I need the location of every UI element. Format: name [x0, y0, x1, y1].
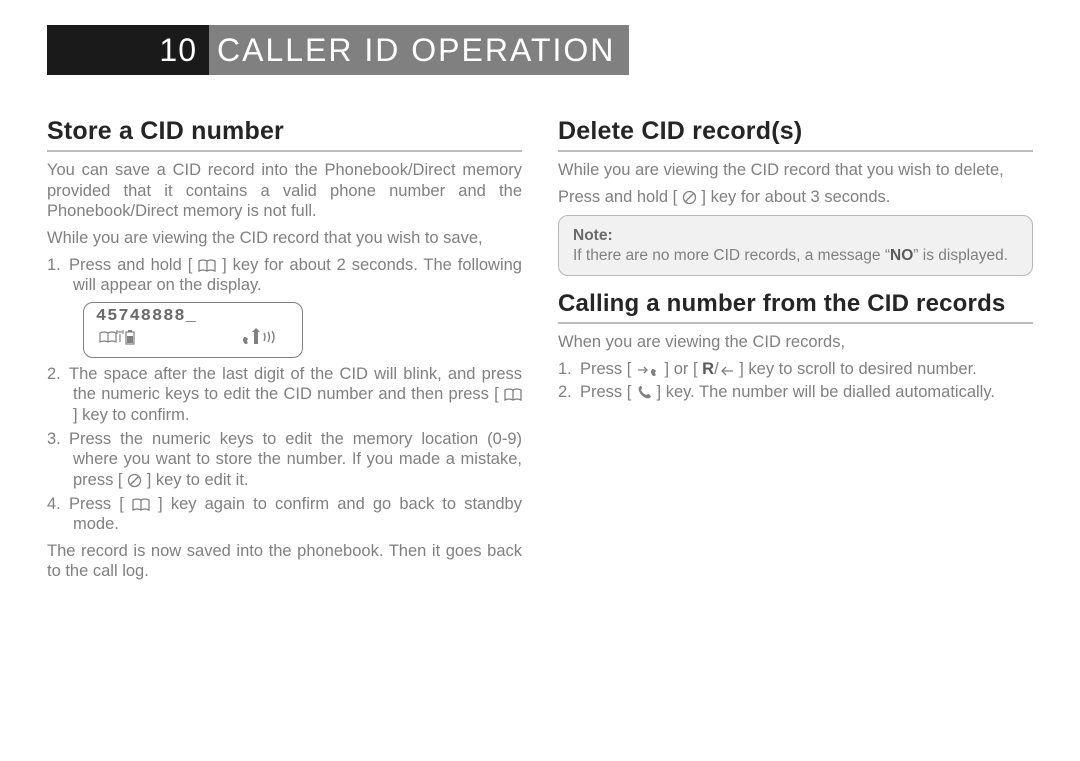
handset-antenna-icon [240, 328, 288, 351]
list-item: 2. The space after the last digit of the… [47, 364, 522, 426]
rule [558, 322, 1033, 324]
page-number: 10 [47, 25, 209, 75]
text: ] key to confirm. [73, 406, 189, 424]
text: 1. Press and hold [ [47, 256, 198, 274]
paragraph: Press and hold [ ] key for about 3 secon… [558, 187, 1033, 208]
paragraph: The record is now saved into the phonebo… [47, 541, 522, 582]
arrow-left-icon [719, 360, 735, 378]
text: ] key for about 3 seconds. [697, 188, 891, 206]
lcd-icon-row [96, 328, 290, 351]
handset-icon [636, 383, 652, 401]
book-alert-icon [98, 328, 138, 351]
page-title: CALLER ID OPERATION [209, 25, 629, 75]
list-item: 3. Press the numeric keys to edit the me… [47, 429, 522, 491]
text: If there are no more CID records, a mess… [573, 247, 890, 264]
text: 3. Press the numeric keys to edit the me… [47, 430, 522, 489]
paragraph: You can save a CID record into the Phone… [47, 160, 522, 222]
text: 2. Press [ [558, 383, 636, 401]
list-item: 1. Press and hold [ ] key for about 2 se… [47, 255, 522, 296]
ordered-list: 1. Press and hold [ ] key for about 2 se… [47, 255, 522, 296]
note-box: Note: If there are no more CID records, … [558, 215, 1033, 276]
text: 2. The space after the last digit of the… [47, 365, 522, 404]
book-icon [132, 495, 150, 513]
page-header: 10 CALLER ID OPERATION [47, 25, 629, 75]
book-icon [504, 385, 522, 403]
text: ” is displayed. [913, 247, 1008, 264]
rule [558, 150, 1033, 152]
cancel-icon [127, 471, 142, 489]
section-heading-calling: Calling a number from the CID records [558, 290, 1033, 318]
strong-text: NO [890, 247, 913, 264]
note-label: Note: [573, 226, 1018, 245]
text: Press and hold [ [558, 188, 682, 206]
text: 1. Press [ [558, 360, 636, 378]
rule [47, 150, 522, 152]
left-column: Store a CID number You can save a CID re… [47, 105, 522, 588]
section-heading-delete: Delete CID record(s) [558, 117, 1033, 146]
lcd-number: 45748888_ [96, 307, 290, 326]
section-heading-store: Store a CID number [47, 117, 522, 146]
book-icon [198, 256, 216, 274]
paragraph: When you are viewing the CID records, [558, 332, 1033, 353]
paragraph: While you are viewing the CID record tha… [558, 160, 1033, 181]
text: 4. Press [ [47, 495, 132, 513]
text: ] or [ [660, 360, 702, 378]
list-item: 1. Press [ ] or [ R/ ] key to scroll to … [558, 359, 1033, 380]
r-key-label: R [702, 360, 714, 378]
redial-icon [636, 360, 660, 378]
list-item: 2. Press [ ] key. The number will be dia… [558, 382, 1033, 403]
ordered-list: 2. The space after the last digit of the… [47, 364, 522, 535]
cancel-icon [682, 188, 697, 206]
content-columns: Store a CID number You can save a CID re… [47, 105, 1033, 588]
lcd-display: 45748888_ [83, 302, 303, 358]
text: ] key. The number will be dialled automa… [652, 383, 995, 401]
text: ] key to scroll to desired number. [735, 360, 977, 378]
text: ] key to edit it. [142, 471, 248, 489]
ordered-list: 1. Press [ ] or [ R/ ] key to scroll to … [558, 359, 1033, 403]
manual-page: 10 CALLER ID OPERATION Store a CID numbe… [0, 0, 1080, 761]
right-column: Delete CID record(s) While you are viewi… [558, 105, 1033, 588]
paragraph: While you are viewing the CID record tha… [47, 228, 522, 249]
list-item: 4. Press [ ] key again to confirm and go… [47, 494, 522, 535]
